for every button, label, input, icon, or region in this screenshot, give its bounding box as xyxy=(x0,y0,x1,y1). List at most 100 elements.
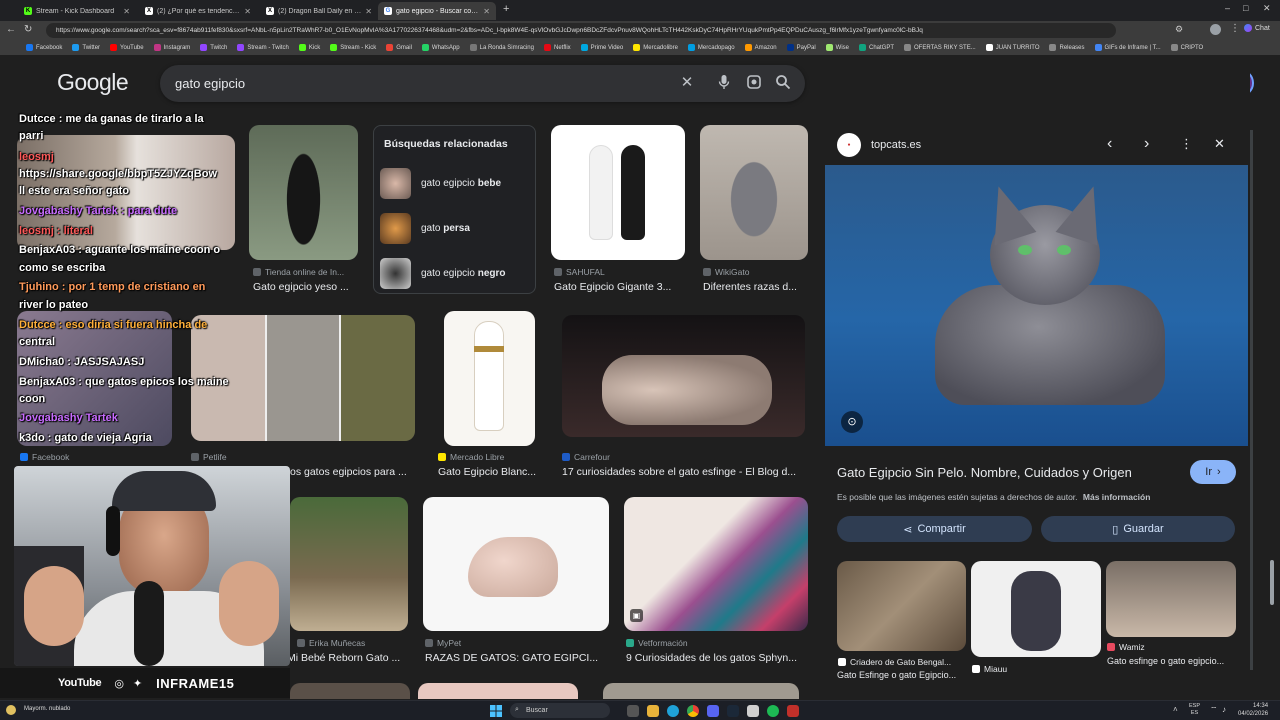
panel-related-source-3[interactable]: Wamiz xyxy=(1107,642,1235,652)
discord-icon[interactable] xyxy=(707,705,719,717)
panel-title[interactable]: Gato Egipcio Sin Pelo. Nombre, Cuidados … xyxy=(837,465,1177,480)
bookmark-item[interactable]: WhatsApp xyxy=(421,44,460,51)
volume-icon[interactable]: ♪ xyxy=(1222,705,1226,714)
maximize-icon[interactable]: □ xyxy=(1243,3,1248,13)
task-view-icon[interactable] xyxy=(627,705,639,717)
tab-kick-dashboard[interactable]: K Stream - Kick Dashboard ✕ xyxy=(18,2,136,20)
bookmark-item[interactable]: Wise xyxy=(825,44,849,51)
panel-related-title-1[interactable]: Gato Esfinge o gato Egipcio... xyxy=(837,670,967,680)
more-options-icon[interactable]: ⋮ xyxy=(1180,136,1193,152)
related-search-persa[interactable]: gato persa xyxy=(380,211,530,245)
taskbar-search[interactable]: Buscar xyxy=(510,703,610,718)
bookmark-item[interactable]: Netflix xyxy=(543,44,571,51)
result-title-9[interactable]: Mi Bebé Reborn Gato ... xyxy=(287,652,407,664)
file-explorer-icon[interactable] xyxy=(647,705,659,717)
previous-icon[interactable]: ‹ xyxy=(1107,135,1112,153)
bookmark-item[interactable]: Gmail xyxy=(386,44,412,51)
close-panel-icon[interactable]: ✕ xyxy=(1214,136,1225,152)
lens-search-icon[interactable]: ⊙ xyxy=(841,411,863,433)
result-title-3[interactable]: Gato Egipcio Gigante 3... xyxy=(554,281,684,293)
minimize-icon[interactable]: – xyxy=(1225,3,1230,13)
bookmark-item[interactable]: Prime Video xyxy=(580,44,623,51)
close-icon[interactable]: ✕ xyxy=(244,7,251,16)
result-source-10[interactable]: MyPet xyxy=(425,638,605,648)
result-title-11[interactable]: 9 Curiosidades de los gatos Sphyn... xyxy=(626,652,806,664)
bookmark-item[interactable]: Releases xyxy=(1049,44,1085,51)
bookmark-item[interactable]: Mercadopago xyxy=(687,44,735,51)
scrollbar-thumb[interactable] xyxy=(1270,560,1274,605)
bookmark-item[interactable]: GIFs de Inframe | T... xyxy=(1094,44,1161,51)
panel-site-name[interactable]: topcats.es xyxy=(871,139,921,151)
result-title-7[interactable]: Gato Egipcio Blanc... xyxy=(438,466,538,478)
bookmark-item[interactable]: Stream - Kick xyxy=(330,44,376,51)
search-input[interactable] xyxy=(175,65,655,102)
panel-related-source-2[interactable]: Miauu xyxy=(972,664,1092,674)
bookmark-item[interactable]: Kick xyxy=(298,44,320,51)
language-indicator[interactable]: ESP ES xyxy=(1189,703,1200,717)
result-image-12[interactable] xyxy=(290,683,410,699)
result-image-10[interactable] xyxy=(423,497,609,631)
back-icon[interactable]: ← xyxy=(6,24,16,35)
panel-related-source-1[interactable]: Criadero de Gato Bengal... xyxy=(838,657,968,667)
wifi-icon[interactable]: ⌔ xyxy=(1210,705,1218,715)
google-logo[interactable]: Google xyxy=(57,69,129,96)
bookmark-item[interactable]: Instagram xyxy=(153,44,190,51)
obs-icon[interactable] xyxy=(787,705,799,717)
address-bar[interactable]: https://www.google.com/search?sca_esv=f8… xyxy=(46,23,1116,38)
result-source-7[interactable]: Mercado Libre xyxy=(438,452,538,462)
microphone-icon[interactable] xyxy=(715,74,733,92)
result-image-14[interactable] xyxy=(603,683,799,699)
result-title-2[interactable]: Gato egipcio yeso ... xyxy=(253,281,358,293)
panel-related-title-3[interactable]: Gato esfinge o gato egipcio... xyxy=(1107,656,1237,666)
bookmark-item[interactable]: CRIPTO xyxy=(1170,44,1203,51)
bookmark-item[interactable]: Amazon xyxy=(744,44,777,51)
result-title-10[interactable]: RAZAS DE GATOS: GATO EGIPCI... xyxy=(425,652,610,664)
bookmark-item[interactable]: Stream - Twitch xyxy=(237,44,289,51)
bookmark-item[interactable]: Twitter xyxy=(72,44,100,51)
result-image-3[interactable] xyxy=(551,125,685,260)
panel-related-image-2[interactable] xyxy=(971,561,1101,657)
more-info-link[interactable]: Más información xyxy=(1083,492,1151,502)
panel-main-image[interactable]: ⊙ xyxy=(825,165,1248,446)
result-source-2[interactable]: Tienda online de In... xyxy=(253,267,358,277)
site-logo[interactable]: ● xyxy=(837,133,861,157)
result-source-8[interactable]: Carrefour xyxy=(562,452,712,462)
next-icon[interactable]: › xyxy=(1144,135,1149,153)
chrome-icon[interactable] xyxy=(687,705,699,717)
bookmark-item[interactable]: YouTube xyxy=(110,44,144,51)
share-button[interactable]: ⋖ Compartir xyxy=(837,516,1032,542)
chat-button[interactable]: Chat xyxy=(1244,24,1270,32)
tab-x-dragonball[interactable]: X (2) Dragon Ball Daily en X: "Beerus ✕ xyxy=(260,2,378,20)
close-icon[interactable]: ✕ xyxy=(365,7,372,16)
bookmark-item[interactable]: Facebook xyxy=(26,44,62,51)
weather-text[interactable]: Mayorm. nublado xyxy=(24,706,70,712)
bookmark-item[interactable]: La Ronda Simracing xyxy=(469,44,534,51)
reload-icon[interactable]: ↻ xyxy=(24,24,32,35)
bookmark-item[interactable]: ChatGPT xyxy=(859,44,894,51)
close-icon[interactable]: ✕ xyxy=(483,7,490,16)
extensions-icon[interactable]: ⚙ xyxy=(1175,24,1183,35)
result-source-3[interactable]: SAHUFAL xyxy=(554,267,684,277)
result-title-6[interactable]: os gatos egipcios para ... xyxy=(290,466,415,478)
new-tab-icon[interactable]: + xyxy=(503,3,509,15)
related-search-bebe[interactable]: gato egipcio bebe xyxy=(380,166,530,200)
menu-icon[interactable]: ⋮ xyxy=(1230,23,1240,34)
result-source-5[interactable]: Facebook xyxy=(20,452,170,462)
result-title-4[interactable]: Diferentes razas d... xyxy=(703,281,808,293)
close-window-icon[interactable]: ✕ xyxy=(1263,3,1271,14)
panel-related-image-3[interactable] xyxy=(1106,561,1236,637)
result-image-2[interactable] xyxy=(249,125,358,260)
result-source-4[interactable]: WikiGato xyxy=(703,267,808,277)
bookmark-item[interactable]: PayPal xyxy=(786,44,816,51)
search-box[interactable]: ✕ xyxy=(160,65,805,102)
related-search-negro[interactable]: gato egipcio negro xyxy=(380,256,530,290)
result-image-11[interactable]: ▣ xyxy=(624,497,808,631)
clock[interactable]: 14:34 04/02/2026 xyxy=(1238,702,1268,718)
result-image-13[interactable] xyxy=(418,683,578,699)
page-scrollbar[interactable] xyxy=(1269,70,1275,690)
bookmark-item[interactable]: OFERTAS RIKY STE... xyxy=(904,44,976,51)
bookmark-item[interactable]: JUAN TURRITO xyxy=(985,44,1039,51)
spotify-icon[interactable] xyxy=(767,705,779,717)
result-source-11[interactable]: Vetformación xyxy=(626,638,806,648)
panel-related-image-1[interactable] xyxy=(837,561,966,651)
